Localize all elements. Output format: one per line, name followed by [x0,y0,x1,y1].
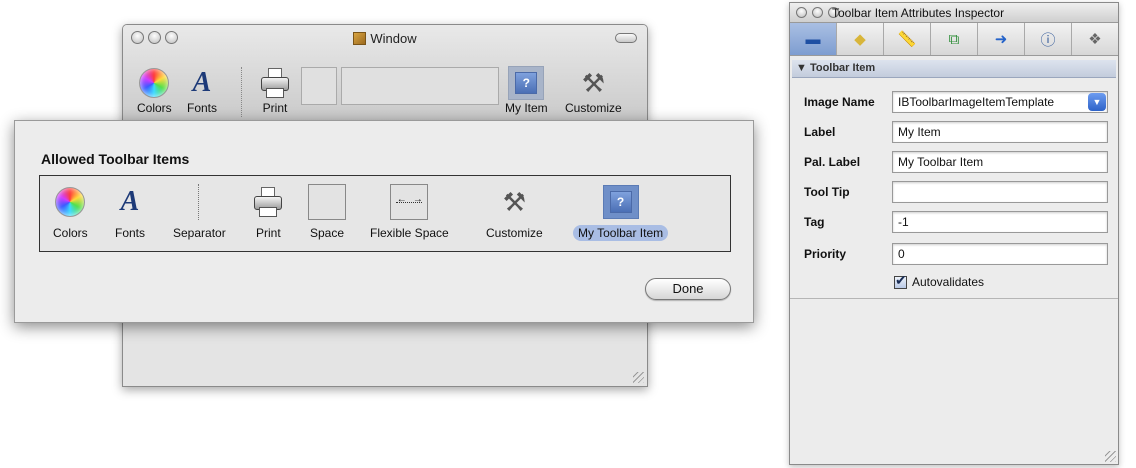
flexible-space-icon [390,184,429,220]
inspector-tabs: ▬ ◆ 📏 ⧉ ➜ ⓘ ❖ [790,23,1118,56]
row-tool-tip: Tool Tip [790,181,1118,205]
window-title: Window [123,31,647,46]
minimize-button[interactable] [812,7,823,18]
effects-icon: ◆ [854,31,866,48]
customize-toolbar-sheet: Allowed Toolbar Items Colors A Fonts Sep… [14,120,754,323]
tab-effects[interactable]: ◆ [837,23,884,55]
size-ruler-icon: 📏 [897,31,917,48]
palette-item-my-toolbar-item[interactable]: ? My Toolbar Item [573,184,669,241]
close-button[interactable] [796,7,807,18]
resize-grip[interactable] [633,372,644,383]
sheet-heading: Allowed Toolbar Items [41,151,190,167]
resize-grip[interactable] [1105,451,1116,462]
tab-identity[interactable]: ❖ [1072,23,1118,55]
row-tag: Tag -1 [790,211,1118,235]
attributes-inspector: Toolbar Item Attributes Inspector ▬ ◆ 📏 … [789,2,1119,465]
connections-icon: ➜ [994,31,1008,48]
chevron-down-icon: ▼ [1088,93,1106,111]
autovalidates-checkbox[interactable]: Autovalidates [894,272,984,289]
priority-field[interactable]: 0 [892,243,1108,265]
palette-item-flexible-space[interactable]: Flexible Space [365,184,454,241]
toolbar-item-my-item[interactable]: ? My Item [505,66,548,115]
done-button[interactable]: Done [645,278,731,300]
row-image-name: Image Name IBToolbarImageItemTemplate ▼ [790,91,1118,115]
inspector-title: Toolbar Item Attributes Inspector [832,6,1005,20]
label-field[interactable]: My Item [892,121,1108,143]
document-icon [353,32,367,45]
palette-item-space[interactable]: Space [305,184,349,241]
row-pal-label: Pal. Label My Toolbar Item [790,151,1118,175]
tool-tip-field[interactable] [892,181,1108,203]
window-titlebar: Window Colors A Fonts Print ? My Item ⚒ … [123,25,647,125]
tab-bindings[interactable]: ⧉ [931,23,978,55]
row-label: Label My Item [790,121,1118,145]
inspector-divider [790,298,1118,299]
tab-size[interactable]: 📏 [884,23,931,55]
section-toolbar-item[interactable]: ▼ Toolbar Item [792,60,1116,78]
palette-item-fonts[interactable]: A Fonts [110,184,150,241]
toolbar-separator [241,67,242,117]
tab-attributes[interactable]: ▬ [790,23,837,55]
printer-icon [252,186,284,218]
image-name-select[interactable]: IBToolbarImageItemTemplate ▼ [892,91,1108,113]
font-icon: A [120,186,140,217]
toolbar-flexible-space [341,67,499,105]
tools-icon: ⚒ [502,187,526,217]
tools-icon: ⚒ [581,68,605,98]
inspector-titlebar: Toolbar Item Attributes Inspector [790,3,1118,23]
toolbar-item-print[interactable]: Print [259,67,291,115]
toolbar-item-customize[interactable]: ⚒ Customize [565,67,622,115]
palette-item-print[interactable]: Print [251,184,286,241]
toolbar-toggle-button[interactable] [615,33,637,43]
pal-label-field[interactable]: My Toolbar Item [892,151,1108,173]
tag-field[interactable]: -1 [892,211,1108,233]
color-wheel-icon [139,68,170,98]
printer-icon [259,67,291,99]
space-icon [308,184,347,220]
tab-info[interactable]: ⓘ [1025,23,1072,55]
toolbar-space [301,67,337,105]
font-icon: A [192,67,212,98]
color-wheel-icon [55,187,86,217]
separator-icon [198,184,200,220]
checkbox-checked-icon [894,272,907,289]
identity-icon: ❖ [1088,31,1102,48]
attributes-icon: ▬ [805,30,821,48]
palette-item-customize[interactable]: ⚒ Customize [481,184,548,241]
my-item-icon: ? [515,72,538,94]
info-icon: ⓘ [1040,31,1056,49]
toolbar-item-fonts[interactable]: A Fonts [187,67,217,116]
bindings-icon: ⧉ [948,30,960,48]
row-priority: Priority 0 [790,243,1118,267]
palette-item-colors[interactable]: Colors [48,184,93,241]
my-item-icon: ? [609,191,632,213]
palette-item-separator[interactable]: Separator [168,184,231,241]
tab-connections[interactable]: ➜ [978,23,1025,55]
toolbar-item-colors[interactable]: Colors [137,67,172,115]
allowed-items-palette: Colors A Fonts Separator Print Space Fle… [39,175,731,252]
